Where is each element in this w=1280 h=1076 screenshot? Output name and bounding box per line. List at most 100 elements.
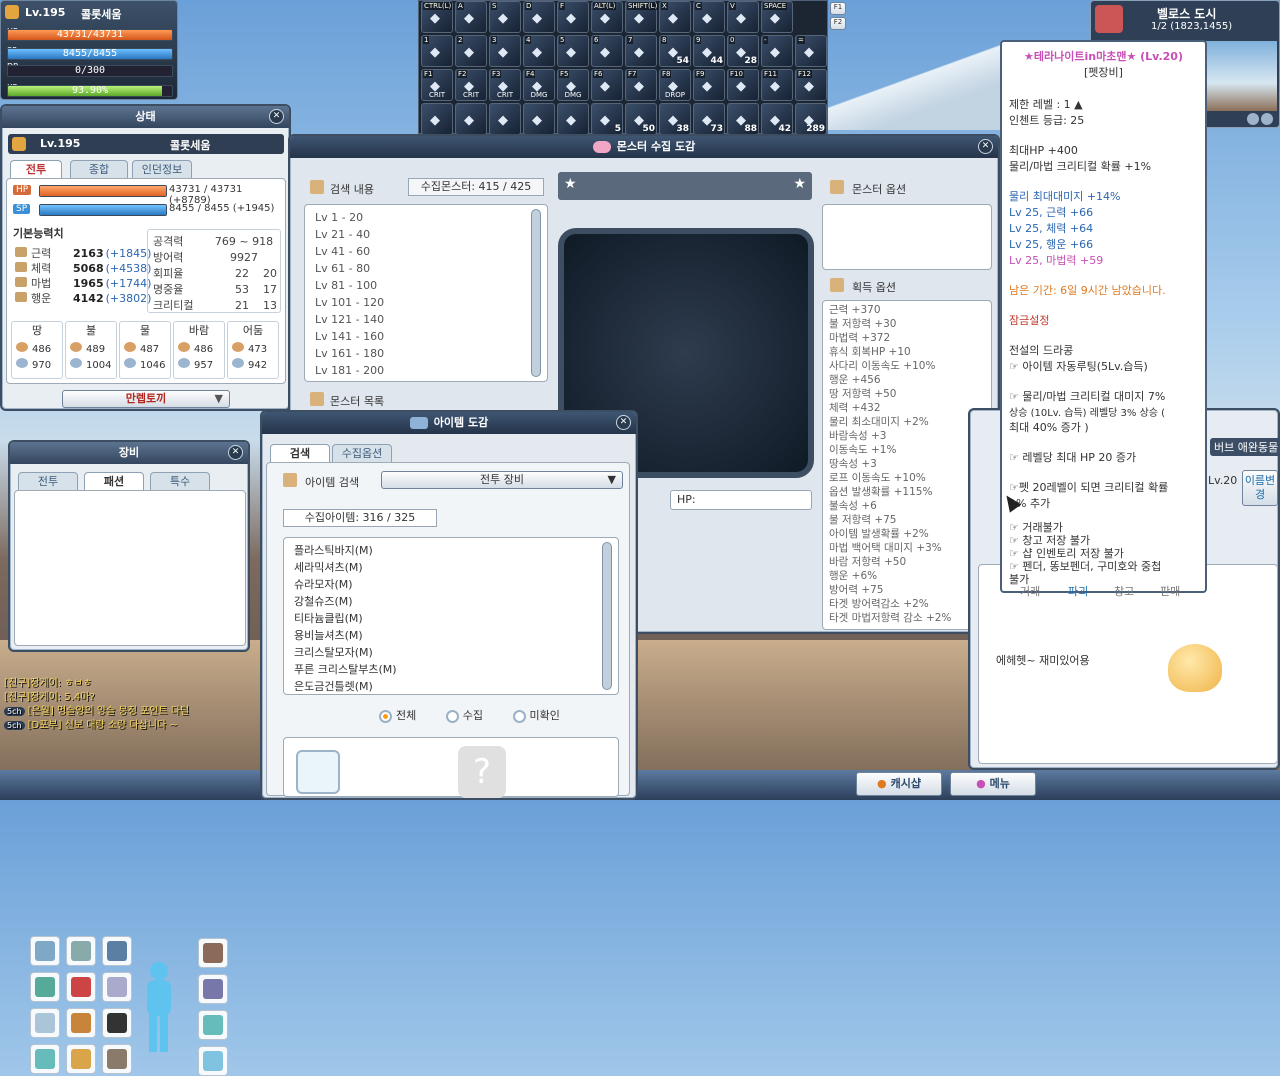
item-list-item[interactable]: 티타늄클립(M)	[284, 610, 618, 627]
skill-slot[interactable]: F5 ◆ DMG	[557, 69, 589, 101]
level-range-item[interactable]: Lv 81 - 100	[305, 277, 547, 294]
equipment-title-bar[interactable]: 장비 ✕	[10, 442, 248, 464]
item-list-item[interactable]: 슈라모자(M)	[284, 576, 618, 593]
skill-page-2[interactable]: F2	[830, 17, 846, 30]
filter-all[interactable]: 전체	[379, 709, 416, 723]
item-slot[interactable]	[296, 750, 340, 794]
skill-slot[interactable]: F1 ◆ CRIT	[421, 69, 453, 101]
close-icon[interactable]: ✕	[269, 109, 284, 124]
equip-slot[interactable]	[198, 974, 228, 1004]
level-range-item[interactable]: Lv 141 - 160	[305, 328, 547, 345]
item-list-item[interactable]: 은도금건틀렛(M)	[284, 678, 618, 695]
skill-slot[interactable]: F3 ◆ CRIT	[489, 69, 521, 101]
skill-slot[interactable]: F2 ◆ CRIT	[455, 69, 487, 101]
skill-slot[interactable]: ◆	[455, 103, 487, 135]
skill-slot[interactable]: D ◆	[523, 1, 555, 33]
skill-slot[interactable]: F8 ◆ DROP	[659, 69, 691, 101]
skill-slot[interactable]: SHIFT(L) ◆	[625, 1, 659, 33]
equip-slot[interactable]	[66, 936, 96, 966]
star-icon[interactable]: ★	[793, 176, 806, 192]
skill-slot[interactable]: S ◆	[489, 1, 521, 33]
level-range-item[interactable]: Lv 61 - 80	[305, 260, 547, 277]
skill-slot[interactable]: 9 ◆ 44	[693, 35, 725, 67]
equip-slot[interactable]	[66, 1044, 96, 1074]
item-scrollbar[interactable]	[602, 542, 612, 690]
skill-slot[interactable]: F11 ◆	[761, 69, 793, 101]
skill-slot[interactable]: 8 ◆ 54	[659, 35, 691, 67]
skill-slot[interactable]: 4 ◆	[523, 35, 555, 67]
close-icon[interactable]: ✕	[978, 139, 993, 154]
cash-shop-button[interactable]: ● 캐시샵	[856, 772, 942, 796]
skill-slot[interactable]: 7 ◆	[625, 35, 657, 67]
equip-slot[interactable]	[102, 1008, 132, 1038]
monster-book-title-bar[interactable]: 몬스터 수집 도감 ✕	[290, 136, 998, 158]
rename-button[interactable]: 이름변경	[1242, 470, 1278, 506]
item-list-item[interactable]: 푸른 크리스탈부츠(M)	[284, 661, 618, 678]
equip-slot[interactable]	[102, 972, 132, 1002]
equip-slot[interactable]	[30, 1008, 60, 1038]
skill-slot[interactable]: ◆	[523, 103, 555, 135]
level-range-item[interactable]: Lv 41 - 60	[305, 243, 547, 260]
tab-equip-special[interactable]: 특수	[150, 472, 210, 490]
equip-slot[interactable]	[198, 1046, 228, 1076]
equip-slot[interactable]	[102, 1044, 132, 1074]
skill-slot[interactable]: 5 ◆	[557, 35, 589, 67]
sell-button[interactable]: 판매	[1160, 583, 1180, 599]
skill-slot[interactable]: C ◆	[693, 1, 725, 33]
filter-collected[interactable]: 수집	[445, 709, 483, 723]
skill-slot[interactable]: F9 ◆	[693, 69, 725, 101]
zoom-in-icon[interactable]	[1261, 113, 1273, 125]
skill-slot[interactable]: SPACE ◆	[761, 1, 793, 33]
skill-slot[interactable]: ◆	[489, 103, 521, 135]
equip-slot[interactable]	[102, 936, 132, 966]
equip-slot[interactable]	[30, 1044, 60, 1074]
level-range-item[interactable]: Lv 1 - 20	[305, 209, 547, 226]
skill-slot[interactable]: ◆ 88	[727, 103, 759, 135]
range-scrollbar[interactable]	[531, 209, 541, 377]
skill-slot[interactable]: F6 ◆	[591, 69, 623, 101]
equip-slot[interactable]	[30, 972, 60, 1002]
item-list-item[interactable]: 플라스틱바지(M)	[284, 542, 618, 559]
status-title-bar[interactable]: 상태 ✕	[2, 106, 289, 128]
close-icon[interactable]: ✕	[616, 415, 631, 430]
level-range-item[interactable]: Lv 161 - 180	[305, 345, 547, 362]
zoom-out-icon[interactable]	[1247, 113, 1259, 125]
tab-dungeon-info[interactable]: 인던정보	[132, 160, 192, 178]
trade-button[interactable]: 거래	[1020, 583, 1040, 599]
skill-slot[interactable]: F10 ◆	[727, 69, 759, 101]
skill-slot[interactable]: ◆ 73	[693, 103, 725, 135]
star-icon[interactable]: ★	[564, 176, 577, 192]
skill-slot[interactable]: - ◆	[761, 35, 793, 67]
tab-overview[interactable]: 종합	[70, 160, 128, 178]
item-list-item[interactable]: 세라믹셔츠(M)	[284, 559, 618, 576]
level-range-item[interactable]: Lv 121 - 140	[305, 311, 547, 328]
equip-slot[interactable]	[66, 972, 96, 1002]
skill-page-1[interactable]: F1	[830, 2, 846, 15]
equip-slot[interactable]	[30, 936, 60, 966]
skill-slot[interactable]: 1 ◆	[421, 35, 453, 67]
level-range-item[interactable]: Lv 21 - 40	[305, 226, 547, 243]
skill-slot[interactable]: 3 ◆	[489, 35, 521, 67]
destroy-button[interactable]: 파괴	[1068, 583, 1088, 599]
skill-slot[interactable]: F7 ◆	[625, 69, 657, 101]
tab-equip-combat[interactable]: 전투	[18, 472, 78, 490]
skill-slot[interactable]: 2 ◆	[455, 35, 487, 67]
skill-slot[interactable]: 6 ◆	[591, 35, 623, 67]
skill-slot[interactable]: F12 ◆	[795, 69, 827, 101]
skill-slot[interactable]: ◆	[557, 103, 589, 135]
item-list-item[interactable]: 강철슈즈(M)	[284, 593, 618, 610]
tab-item-search[interactable]: 검색	[270, 444, 330, 462]
equip-slot[interactable]	[198, 1010, 228, 1040]
skill-slot[interactable]: ◆ 289	[795, 103, 827, 135]
skill-slot[interactable]: X ◆	[659, 1, 691, 33]
item-list-item[interactable]: 용비늘셔츠(M)	[284, 627, 618, 644]
skill-slot[interactable]: F ◆	[557, 1, 589, 33]
title-select-button[interactable]: 만렙토끼 ▼	[62, 390, 230, 408]
item-book-title-bar[interactable]: 아이템 도감 ✕	[262, 412, 636, 434]
skill-slot[interactable]: 0 ◆ 28	[727, 35, 759, 67]
tab-combat[interactable]: 전투	[10, 160, 62, 178]
skill-slot[interactable]: = ◆	[795, 35, 827, 67]
skill-slot[interactable]: ◆ 42	[761, 103, 793, 135]
tab-equip-fashion[interactable]: 패션	[84, 472, 144, 490]
filter-unchecked[interactable]: 미확인	[512, 709, 560, 723]
